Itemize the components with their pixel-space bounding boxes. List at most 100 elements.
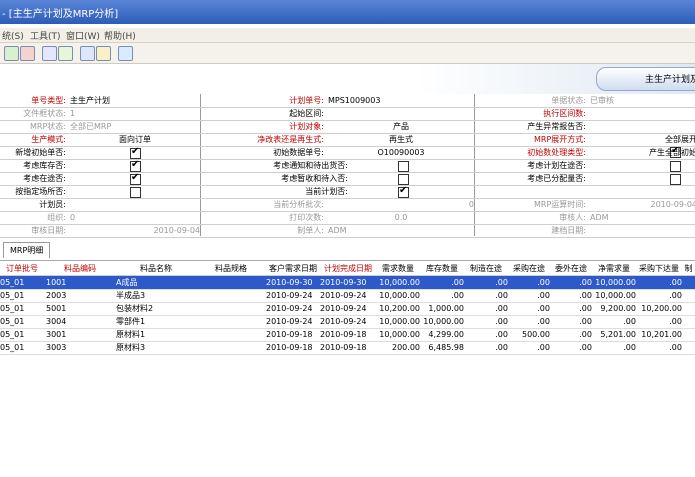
table-row[interactable]: 05_01 3004 零部件1 2010-09-24 2010-09-24 10,000.… (0, 315, 695, 329)
table-cell: 10,000.00 (595, 278, 636, 287)
field-label: 起始区间: (289, 109, 324, 118)
field-value[interactable]: 面向订单 (68, 133, 200, 146)
field-label: 当前计划否: (305, 187, 348, 196)
field-value[interactable] (588, 107, 695, 120)
field-label: 初始数据单号: (273, 148, 324, 157)
table-cell: 10,000.00 (379, 317, 420, 326)
calendar-icon[interactable] (80, 46, 95, 61)
print-icon[interactable] (96, 46, 111, 61)
column-header[interactable]: 计划完成日期 (320, 262, 376, 275)
field-value[interactable]: 全部展开 (588, 133, 695, 146)
table-cell: .00 (579, 317, 592, 326)
form-row: 考虑在途否: 考虑暂收和待入否: 考虑已分配量否: (0, 172, 695, 186)
table-row[interactable]: 05_01 5001 包装材料2 2010-09-24 2010-09-24 10,200… (0, 302, 695, 316)
consider-transit-checkbox[interactable] (130, 172, 141, 185)
field-label: 生产模式: (31, 135, 66, 144)
table-cell: 2010-09-18 (266, 343, 313, 352)
confirm-icon[interactable] (118, 46, 133, 61)
column-header[interactable]: 制造在途 (464, 262, 508, 275)
table-cell: 5,201.00 (600, 330, 636, 339)
field-value: 0 (468, 200, 474, 209)
column-header[interactable]: 需求数量 (376, 262, 420, 275)
current-plan-checkbox[interactable] (398, 185, 409, 198)
table-cell: 10,000.00 (379, 278, 420, 287)
consider-plan-transit-checkbox[interactable] (670, 161, 681, 172)
plan-form: 单号类型: 主生产计划 计划单号: MPS1009003 单据状态: 已审核 文… (0, 94, 695, 238)
save-icon[interactable] (4, 46, 19, 61)
menu-window[interactable]: 窗口(W) (66, 29, 100, 42)
field-value[interactable]: O10090003 (326, 146, 474, 159)
column-header[interactable]: 订单批号 (0, 262, 44, 275)
table-cell: 2010-09-24 (320, 291, 367, 300)
column-header[interactable]: 净需求量 (592, 262, 636, 275)
new-initial-checkbox[interactable] (130, 146, 141, 159)
table-cell: .00 (669, 343, 682, 352)
table-row[interactable]: 05_01 3001 原材料1 2010-09-18 2010-09-18 10,000.… (0, 328, 695, 342)
field-value[interactable] (326, 107, 474, 120)
table-cell: .00 (451, 291, 464, 300)
table-row[interactable]: 05_01 2003 半成品3 2010-09-24 2010-09-24 10,000.… (0, 289, 695, 303)
form-row: MRP状态: 全部已MRP 计划对象: 产品 产生异常报告否: (0, 120, 695, 158)
column-header[interactable]: 料品名称 (116, 262, 196, 275)
menu-tools[interactable]: 工具(T) (30, 29, 61, 42)
consider-allocated-checkbox[interactable] (670, 174, 681, 185)
table-cell: 10,000.00 (423, 317, 464, 326)
column-header[interactable]: 采购下达量 (636, 262, 682, 275)
table-cell (682, 341, 695, 354)
column-header[interactable]: 制 (682, 262, 695, 275)
consider-notice-checkbox[interactable] (398, 161, 409, 172)
field-value[interactable]: 主生产计划 (68, 94, 200, 107)
consider-stock-checkbox[interactable] (130, 159, 141, 172)
table-cell: 500.00 (522, 330, 550, 339)
field-label: 计划员: (39, 200, 66, 209)
column-header[interactable]: 料品规格 (198, 262, 264, 275)
menu-help[interactable]: 帮助(H) (104, 29, 136, 42)
table-cell: .00 (623, 343, 636, 352)
column-header[interactable]: 库存数量 (420, 262, 464, 275)
field-label: 审核人: (559, 213, 586, 222)
table-cell: .00 (495, 330, 508, 339)
table-cell: 2010-09-24 (266, 304, 313, 313)
tab-mrp-detail[interactable]: MRP明细 (3, 242, 51, 258)
mrp-grid: 订单批号 料品编码 料品名称 料品规格 客户需求日期 计划完成日期 需求数量 库… (0, 262, 695, 477)
delete-icon[interactable] (20, 46, 35, 61)
field-label: 考虑计划在途否: (527, 161, 586, 170)
column-header[interactable]: 料品编码 (46, 262, 114, 275)
field-label: 计划对象: (289, 122, 324, 131)
table-cell: 05_01 (0, 343, 25, 352)
form-row: 计划员: 当前分析批次: 0 MRP运算时间: 2010-09-04 (0, 198, 695, 212)
table-cell: 4,299.00 (428, 330, 464, 339)
table-cell: 05_01 (0, 304, 25, 313)
field-value[interactable]: 再生式 (326, 133, 474, 146)
field-label: 按指定场所否: (15, 187, 66, 196)
specified-site-checkbox[interactable] (130, 187, 141, 198)
table-row[interactable]: 05_01 3003 原材料3 2010-09-18 2010-09-18 200.00 6… (0, 341, 695, 355)
table-cell (682, 289, 695, 302)
field-value[interactable]: 产品 (326, 120, 474, 133)
field-label: 考虑库存否: (23, 161, 66, 170)
table-cell: .00 (537, 291, 550, 300)
field-value[interactable] (68, 198, 200, 211)
table-cell: 2010-09-30 (266, 278, 313, 287)
table-cell: .00 (669, 291, 682, 300)
field-value: 0 (70, 213, 76, 222)
table-cell: 零部件1 (116, 317, 146, 326)
refresh-icon[interactable] (58, 46, 73, 61)
column-header[interactable]: 委外在途 (550, 262, 592, 275)
column-header[interactable]: 客户需求日期 (266, 262, 320, 275)
consider-receipt-checkbox[interactable] (398, 174, 409, 185)
field-value[interactable]: 产生全部初始 (588, 146, 695, 159)
column-header[interactable]: 采购在途 (508, 262, 550, 275)
table-cell (198, 315, 264, 328)
table-cell: 10,000.00 (595, 291, 636, 300)
table-row[interactable]: 05_01 1001 A成品 2010-09-30 2010-09-30 10,000.0… (0, 276, 695, 290)
copy-icon[interactable] (42, 46, 57, 61)
form-row: 新增初始单否: 初始数据单号: O10090003 初始数处理类型: 产生全部初… (0, 146, 695, 160)
menu-system[interactable]: 统(S) (2, 29, 24, 42)
field-label: 初始数处理类型: (527, 148, 586, 157)
form-row: 单号类型: 主生产计划 计划单号: MPS1009003 单据状态: 已审核 (0, 94, 695, 108)
table-cell (682, 315, 695, 328)
table-cell: 原材料1 (116, 330, 146, 339)
form-row: 文件框状态: 1 起始区间: 执行区间数: (0, 107, 695, 121)
field-value[interactable]: MPS1009003 (326, 94, 474, 107)
